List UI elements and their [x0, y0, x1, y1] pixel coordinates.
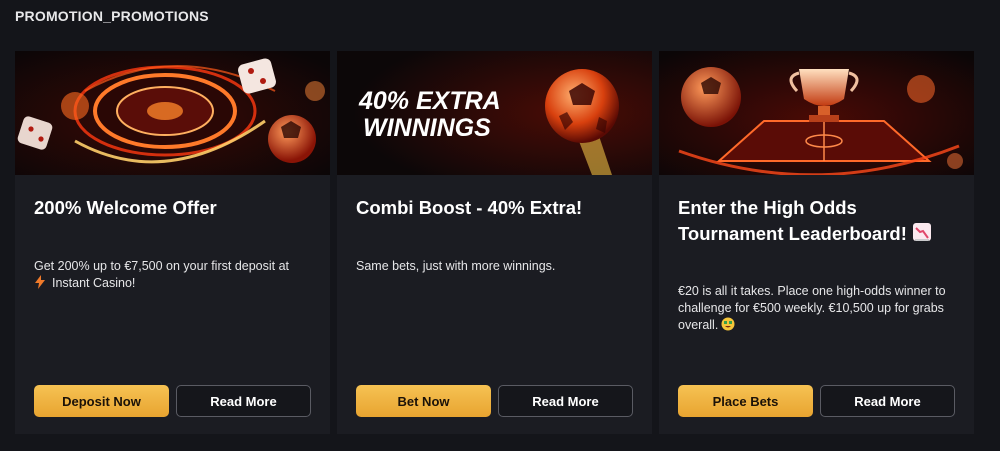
- promo-card-high-odds-tournament: Enter the High Odds Tournament Leaderboa…: [659, 51, 974, 434]
- chart-decreasing-icon: [912, 223, 931, 241]
- card-title-line: Tournament Leaderboard!: [678, 223, 907, 244]
- card-description-line: Get 200% up to €7,500 on your first depo…: [34, 259, 290, 273]
- bet-now-button[interactable]: Bet Now: [356, 385, 491, 417]
- place-bets-button[interactable]: Place Bets: [678, 385, 813, 417]
- money-face-emoji: [721, 317, 735, 336]
- card-title: 200% Welcome Offer: [34, 197, 217, 218]
- card-title-line-with-icon: Tournament Leaderboard!: [678, 221, 948, 247]
- promo-card-combi-boost: 40% EXTRA WINNINGS Combi Boost - 40% Ext…: [337, 51, 652, 434]
- read-more-button[interactable]: Read More: [498, 385, 633, 417]
- combi-boost-banner-image: 40% EXTRA WINNINGS: [337, 51, 652, 175]
- section-title: PROMOTION_PROMOTIONS: [15, 8, 209, 24]
- card-title: Combi Boost - 40% Extra!: [356, 197, 583, 218]
- read-more-button[interactable]: Read More: [176, 385, 311, 417]
- card-description: Get 200% up to €7,500 on your first depo…: [34, 258, 314, 294]
- deposit-now-button[interactable]: Deposit Now: [34, 385, 169, 417]
- welcome-banner-image: [15, 51, 330, 175]
- banner-headline-line1: 40% EXTRA: [358, 87, 501, 115]
- promotions-page: PROMOTION_PROMOTIONS 200% Welcome Offer …: [0, 0, 1000, 451]
- card-title-line: Enter the High Odds: [678, 197, 857, 218]
- promo-card-welcome: 200% Welcome Offer Get 200% up to €7,500…: [15, 51, 330, 434]
- casino-name: Instant Casino!: [52, 276, 136, 290]
- read-more-button[interactable]: Read More: [820, 385, 955, 417]
- card-title: Enter the High Odds Tournament Leaderboa…: [678, 195, 948, 247]
- tournament-banner-image: [659, 51, 974, 175]
- lightning-icon: [34, 275, 46, 294]
- card-description-line-with-icon: Instant Casino!: [34, 275, 314, 294]
- promotion-cards: 200% Welcome Offer Get 200% up to €7,500…: [15, 51, 974, 434]
- banner-headline-line2: WINNINGS: [363, 114, 491, 142]
- card-description: Same bets, just with more winnings.: [356, 259, 556, 273]
- card-description-text: €20 is all it takes. Place one high-odds…: [678, 284, 946, 332]
- card-description: €20 is all it takes. Place one high-odds…: [678, 283, 958, 336]
